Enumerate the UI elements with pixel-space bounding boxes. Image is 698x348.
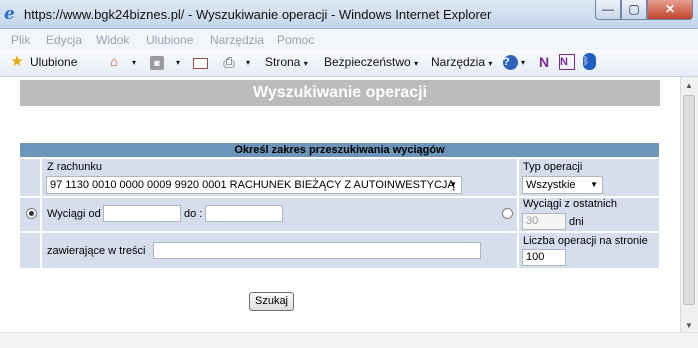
cell-divider (517, 198, 519, 231)
tools-menu-button[interactable]: Narzędzia ▾ (431, 55, 492, 69)
security-menu-button[interactable]: Bezpieczeństwo ▾ (324, 55, 418, 69)
account-select-value: 97 1130 0010 0000 0009 9920 0001 RACHUNE… (50, 179, 455, 191)
account-select[interactable]: 97 1130 0010 0000 0009 9920 0001 RACHUNE… (46, 176, 462, 194)
cell-divider (40, 159, 42, 196)
rss-icon[interactable]: ◙ (150, 56, 164, 70)
onenote-clip-icon[interactable]: N (559, 54, 575, 70)
contains-label: zawierające w treści (47, 245, 146, 257)
search-button[interactable]: Szukaj (249, 292, 294, 311)
tools-menu-label: Narzędzia (431, 55, 486, 69)
to-label: do : (184, 208, 203, 220)
page-title: Wyszukiwanie operacji (20, 80, 660, 106)
print-dropdown-icon[interactable]: ▾ (246, 58, 250, 67)
onenote-icon[interactable]: N (535, 53, 553, 71)
minimize-button[interactable]: — (595, 0, 621, 20)
scrollbar-thumb[interactable] (683, 95, 695, 305)
chevron-down-icon: ▾ (303, 59, 308, 68)
last-days-input[interactable]: 30 (522, 213, 566, 230)
cell-divider (40, 233, 42, 268)
cell-divider (517, 159, 519, 196)
scroll-up-arrow-icon[interactable]: ▲ (681, 78, 697, 94)
menu-widok[interactable]: Widok (96, 33, 129, 47)
operation-type-value: Wszystkie (526, 179, 576, 191)
statements-from-input[interactable] (103, 205, 181, 222)
page-menu-button[interactable]: Strona ▾ (265, 55, 308, 69)
help-icon[interactable]: ? (503, 55, 518, 70)
chevron-down-icon: ▼ (590, 180, 598, 189)
date-range-radio[interactable] (26, 208, 37, 219)
window-bottom-edge (0, 332, 698, 348)
security-menu-label: Bezpieczeństwo (324, 55, 411, 69)
statements-to-input[interactable] (205, 205, 283, 222)
favorites-button[interactable]: Ulubione (30, 55, 77, 69)
operation-type-label: Typ operacji (523, 161, 583, 173)
cell-divider (40, 198, 42, 231)
days-label: dni (569, 216, 584, 228)
chevron-down-icon: ▾ (414, 59, 419, 68)
menu-pomoc[interactable]: Pomoc (277, 33, 314, 47)
menu-ulubione[interactable]: Ulubione (146, 33, 193, 47)
mail-icon[interactable] (193, 58, 208, 69)
last-days-radio[interactable] (502, 208, 513, 219)
close-button[interactable]: ✕ (647, 0, 693, 20)
menu-edycja[interactable]: Edycja (46, 33, 82, 47)
menu-plik[interactable]: Plik (11, 33, 30, 47)
contains-input[interactable] (153, 242, 481, 259)
chevron-down-icon: ▾ (488, 59, 493, 68)
section-title: Określ zakres przeszukiwania wyciągów (20, 143, 659, 157)
ie-logo-icon: e (4, 4, 15, 24)
bluetooth-icon[interactable]: ᛒ (583, 53, 596, 70)
chevron-down-icon: ▼ (449, 180, 457, 189)
statements-from-label: Wyciągi od (47, 208, 101, 220)
maximize-button[interactable]: ▢ (621, 0, 647, 20)
per-page-label: Liczba operacji na stronie (523, 235, 648, 247)
window-title: https://www.bgk24biznes.pl/ - Wyszukiwan… (24, 7, 492, 22)
statements-last-label: Wyciągi z ostatnich (523, 198, 618, 210)
operation-type-select[interactable]: Wszystkie ▼ (522, 176, 603, 194)
home-dropdown-icon[interactable]: ▾ (132, 58, 136, 67)
help-dropdown-icon[interactable]: ▾ (521, 58, 525, 67)
per-page-input[interactable]: 100 (522, 249, 566, 266)
print-icon[interactable]: ⎙ (220, 53, 238, 71)
page-menu-label: Strona (265, 55, 301, 69)
rss-dropdown-icon[interactable]: ▾ (176, 58, 180, 67)
home-icon[interactable]: ⌂ (105, 53, 123, 71)
account-label: Z rachunku (47, 161, 103, 173)
menu-narzedzia[interactable]: Narzędzia (210, 33, 264, 47)
cell-divider (517, 233, 519, 268)
star-icon[interactable]: ★ (8, 53, 26, 71)
